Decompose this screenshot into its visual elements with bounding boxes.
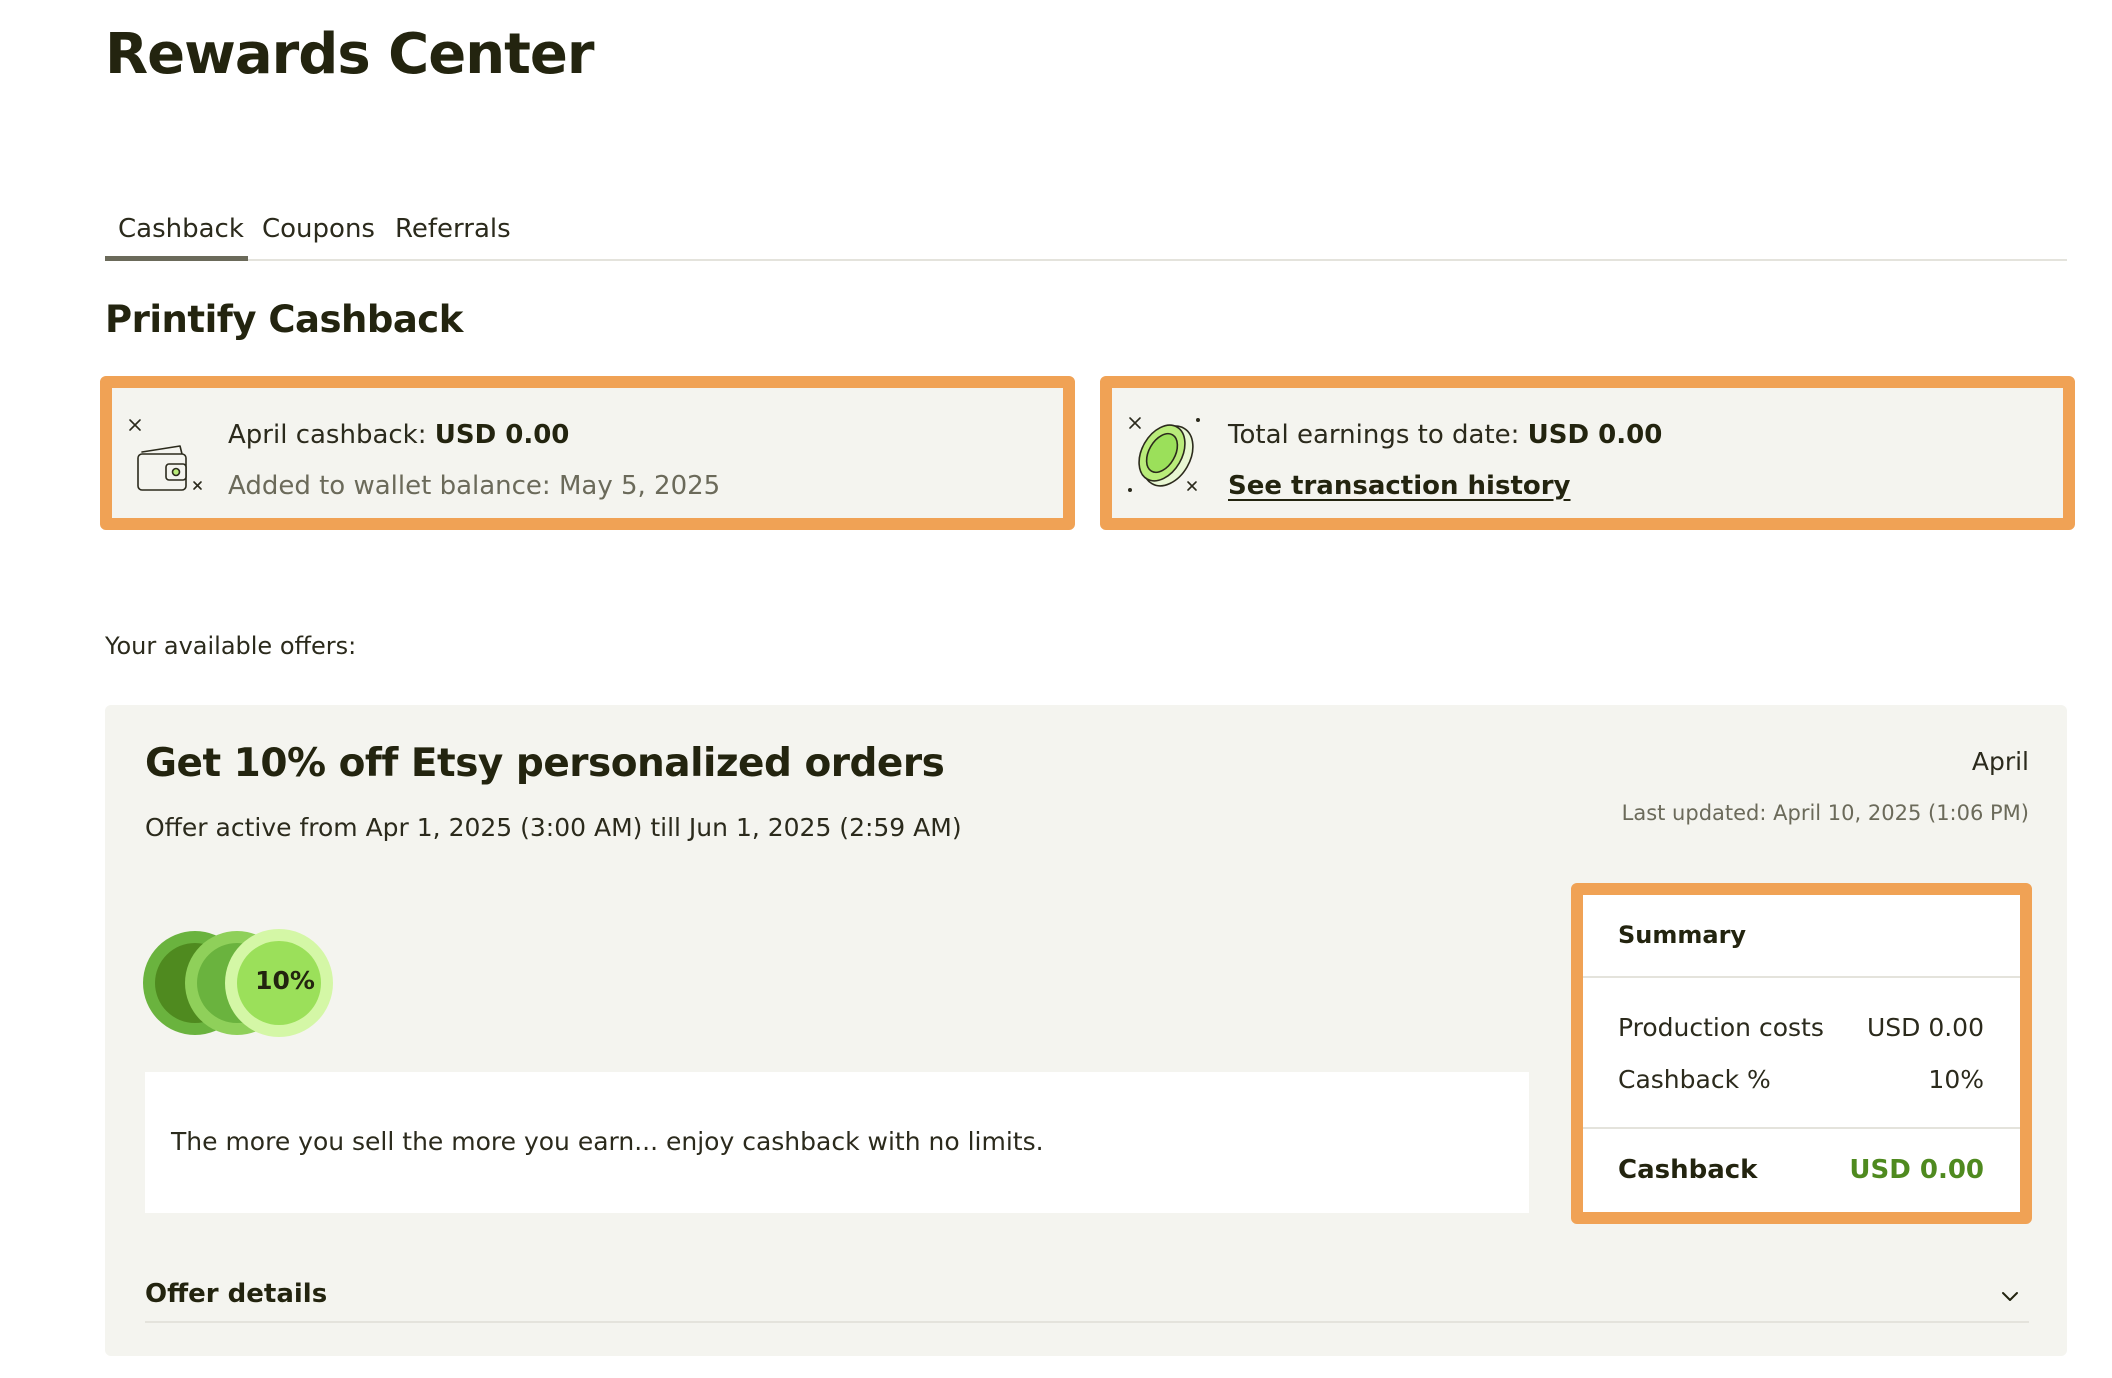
- cashback-badge: 10%: [143, 928, 335, 1038]
- summary-total-row: Cashback USD 0.00: [1618, 1155, 1984, 1185]
- total-earnings-text: Total earnings to date: USD 0.00: [1228, 420, 1662, 450]
- total-earnings-card: Total earnings to date: USD 0.00 See tra…: [1100, 376, 2075, 530]
- tab-referrals[interactable]: Referrals: [395, 214, 511, 244]
- page-title: Rewards Center: [105, 22, 594, 87]
- tab-cashback[interactable]: Cashback: [118, 214, 244, 244]
- april-cashback-card: April cashback: USD 0.00 Added to wallet…: [100, 376, 1075, 530]
- summary-row-label: Production costs: [1618, 1013, 1824, 1042]
- summary-row-production-costs: Production costs USD 0.00: [1618, 1013, 1984, 1042]
- offer-last-updated: Last updated: April 10, 2025 (1:06 PM): [1621, 801, 2029, 825]
- summary-total-label: Cashback: [1618, 1155, 1758, 1185]
- summary-row-cashback-percent: Cashback % 10%: [1618, 1065, 1984, 1094]
- offer-month: April: [1971, 747, 2029, 776]
- wallet-balance-note: Added to wallet balance: May 5, 2025: [228, 471, 721, 501]
- summary-row-value: USD 0.00: [1866, 1013, 1984, 1042]
- available-offers-label: Your available offers:: [105, 632, 357, 660]
- total-earnings-label: Total earnings to date:: [1228, 420, 1520, 450]
- tab-coupons[interactable]: Coupons: [262, 214, 375, 244]
- april-cashback-label: April cashback:: [228, 420, 427, 450]
- offer-card: Get 10% off Etsy personalized orders Off…: [105, 705, 2067, 1356]
- summary-row-value: 10%: [1928, 1065, 1984, 1094]
- offer-details-label: Offer details: [145, 1279, 328, 1309]
- tab-bar: Cashback Coupons Referrals: [105, 198, 2067, 261]
- offer-title: Get 10% off Etsy personalized orders: [145, 741, 945, 786]
- offer-dates: Offer active from Apr 1, 2025 (3:00 AM) …: [145, 813, 962, 842]
- active-tab-indicator: [105, 256, 248, 261]
- summary-title: Summary: [1618, 921, 1747, 949]
- section-title: Printify Cashback: [105, 298, 463, 341]
- transaction-history-link[interactable]: See transaction history: [1228, 471, 1571, 501]
- summary-row-label: Cashback %: [1618, 1065, 1771, 1094]
- offer-details-toggle[interactable]: Offer details: [145, 1273, 2029, 1323]
- rewards-center-page: Rewards Center Cashback Coupons Referral…: [0, 0, 2112, 1378]
- summary-total-value: USD 0.00: [1849, 1155, 1984, 1185]
- summary-panel: Summary Production costs USD 0.00 Cashba…: [1571, 883, 2032, 1224]
- total-earnings-amount: USD 0.00: [1527, 420, 1663, 450]
- summary-header: Summary: [1583, 895, 2020, 978]
- summary-divider: [1583, 1127, 2020, 1129]
- cashback-badge-text: 10%: [255, 966, 315, 995]
- offer-description: The more you sell the more you earn... e…: [171, 1127, 1044, 1156]
- wallet-icon: [129, 419, 202, 491]
- coin-icon: [1128, 417, 1201, 493]
- april-cashback-text: April cashback: USD 0.00: [228, 420, 569, 450]
- chevron-down-icon[interactable]: [1999, 1285, 2021, 1307]
- april-cashback-amount: USD 0.00: [434, 420, 570, 450]
- offer-description-box: The more you sell the more you earn... e…: [145, 1072, 1529, 1213]
